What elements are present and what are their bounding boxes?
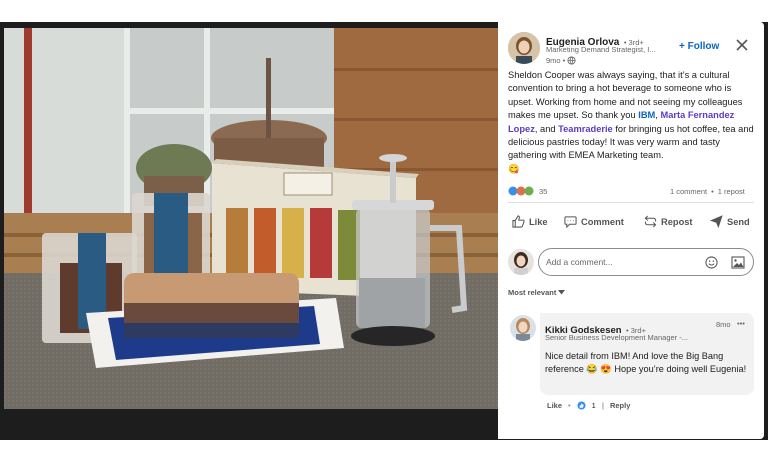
send-label: Send (727, 216, 750, 227)
post-text: Sheldon Cooper was always saying, that i… (508, 69, 758, 176)
post-photo[interactable] (4, 28, 498, 409)
mention-teamraderie[interactable]: Teamraderie (558, 124, 613, 134)
reaction-count: 35 (539, 186, 548, 196)
comment-bubble: Kikki Godskesen • 3rd+ 8mo ••• Senior Bu… (540, 313, 754, 395)
image-icon[interactable] (731, 256, 745, 269)
follow-button[interactable]: + Follow (679, 41, 719, 52)
like-label: Like (529, 216, 548, 227)
thumbs-up-icon (512, 215, 525, 228)
comment-actions: Like • 1 | Reply (547, 401, 630, 410)
comments-count[interactable]: 1 comment (670, 187, 707, 196)
send-icon (710, 215, 723, 228)
comment-age: 8mo (716, 320, 731, 329)
comment-reply-button[interactable]: Reply (610, 401, 630, 410)
dot-separator: • (711, 187, 714, 196)
commenter-avatar[interactable] (510, 315, 536, 341)
post-meta: 9mo • (546, 56, 576, 65)
comment-reaction-count[interactable]: 1 (592, 401, 596, 410)
current-user-avatar[interactable] (508, 249, 534, 275)
divider (508, 202, 754, 203)
separator: | (601, 401, 604, 410)
engagement-counts: 1 comment • 1 repost (670, 187, 745, 196)
like-button[interactable]: Like (512, 215, 548, 228)
post-photo-illustration (4, 28, 498, 409)
comment-more-icon[interactable]: ••• (737, 319, 745, 328)
author-avatar[interactable] (508, 32, 540, 64)
repost-label: Repost (661, 216, 693, 227)
mention-ibm[interactable]: IBM (638, 110, 655, 120)
caret-down-icon (558, 290, 566, 295)
commenter-title: Senior Business Development Manager -... (545, 333, 688, 342)
repost-button[interactable]: Repost (644, 215, 693, 228)
reactions-summary[interactable]: 35 (508, 186, 547, 196)
like-reaction-icon (577, 401, 586, 410)
yum-emoji: 😋 (508, 163, 520, 174)
repost-icon (644, 215, 657, 228)
reaction-icons (508, 186, 536, 196)
comment-text: Nice detail from IBM! And love the Big B… (545, 351, 747, 374)
comment-label: Comment (581, 216, 624, 227)
author-title: Marketing Demand Strategist, I... (546, 45, 656, 54)
sort-dropdown[interactable]: Most relevant (508, 288, 566, 297)
reposts-count[interactable]: 1 repost (718, 187, 745, 196)
post-age: 9mo • (546, 56, 566, 65)
comment-like-button[interactable]: Like (547, 401, 562, 410)
post-detail-panel: Eugenia Orlova • 3rd+ Marketing Demand S… (498, 22, 764, 439)
comment-button[interactable]: Comment (564, 215, 624, 228)
send-button[interactable]: Send (710, 215, 750, 228)
comment-icon (564, 215, 577, 228)
comment-input[interactable]: Add a comment... (538, 248, 754, 276)
close-icon[interactable] (736, 39, 748, 51)
separator: • (568, 401, 571, 410)
globe-icon (567, 56, 576, 65)
emoji-icon[interactable] (705, 256, 718, 269)
post-text-part: , and (534, 123, 559, 134)
sort-label: Most relevant (508, 288, 557, 297)
comment-placeholder: Add a comment... (546, 257, 613, 267)
